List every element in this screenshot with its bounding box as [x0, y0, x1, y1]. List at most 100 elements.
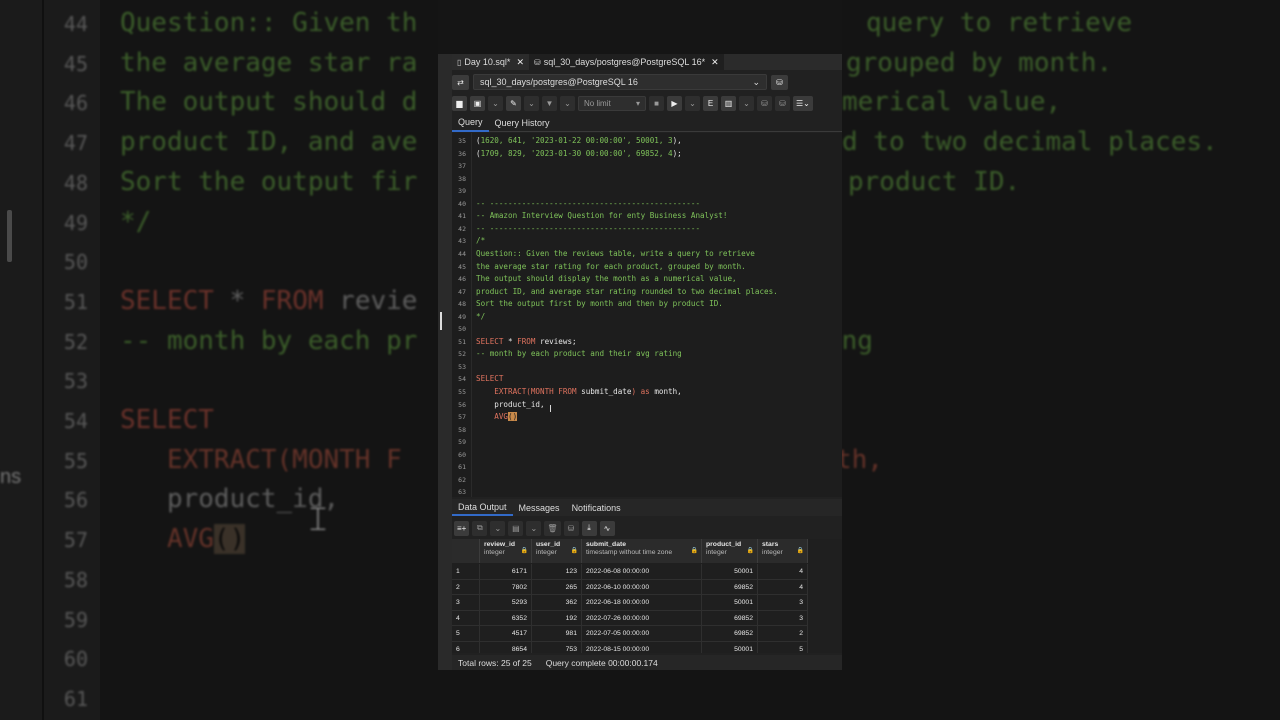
column-header[interactable]: user_id integer 🔒 [532, 539, 582, 563]
table-cell[interactable]: 5 [758, 642, 808, 653]
table-cell[interactable]: 4 [758, 579, 808, 596]
save-icon[interactable]: ▣ [470, 95, 485, 111]
copy-menu-chevron-icon[interactable]: ⌄ [490, 520, 506, 536]
download-icon[interactable]: ⤓ [581, 520, 597, 536]
commit-icon[interactable]: ⛁ [757, 95, 772, 111]
table-cell[interactable]: 69852 [702, 626, 758, 642]
code-token: -- Amazon Interview Question for enty Bu… [476, 211, 728, 221]
save-data-icon[interactable]: ⛁ [563, 520, 579, 536]
copy-icon[interactable]: ⧉ [472, 520, 488, 536]
background-line-text: -- month by each pr [120, 326, 417, 356]
code-line: 60 [452, 449, 842, 462]
code-token: Sort the output first by month and then … [476, 299, 723, 309]
table-cell[interactable]: 50001 [702, 564, 758, 580]
query-tab[interactable]: ▯ Day 10.sql* ✕ [452, 54, 529, 70]
sql-editor[interactable]: 35 (1620, 641, '2023-01-22 00:00:00', 500… [452, 133, 842, 497]
connection-status-icon[interactable]: ⇄ [452, 74, 469, 90]
execute-menu-chevron-icon[interactable]: ⌄ [685, 95, 700, 111]
execute-icon[interactable]: ▶ [667, 95, 682, 111]
table-cell[interactable]: 265 [532, 579, 582, 596]
save-menu-chevron-icon[interactable]: ⌄ [488, 95, 503, 111]
close-icon[interactable]: ✕ [516, 57, 524, 68]
table-row[interactable]: 6 8654 753 2022-08-15 00:00:00 50001 5 [452, 642, 808, 653]
table-cell[interactable]: 6352 [480, 610, 532, 627]
table-cell[interactable]: 50001 [702, 642, 758, 653]
connection-select[interactable]: sql_30_days/postgres@PostgreSQL 16 ⌄ [473, 74, 767, 90]
line-number: 45 [458, 262, 466, 271]
tab-notifications[interactable]: Notifications [566, 499, 627, 516]
table-cell[interactable]: 3 [758, 610, 808, 627]
edit-icon[interactable]: ✎ [506, 95, 521, 111]
column-header[interactable]: product_id integer 🔒 [702, 539, 758, 563]
background-line-text: the average star ra [120, 48, 417, 78]
filter-menu-chevron-icon[interactable]: ⌄ [560, 95, 575, 111]
tab-query-history[interactable]: Query History [489, 114, 556, 132]
table-row[interactable]: 3 5293 362 2022-06-18 00:00:00 50001 3 [452, 595, 808, 611]
explain-icon[interactable]: E [703, 95, 718, 111]
tab-messages[interactable]: Messages [513, 499, 566, 516]
line-number: 52 [458, 350, 466, 359]
table-cell[interactable]: 192 [532, 610, 582, 627]
table-cell[interactable]: 50001 [702, 595, 758, 611]
table-cell[interactable]: 2022-07-26 00:00:00 [582, 610, 702, 627]
table-row[interactable]: 5 4517 981 2022-07-05 00:00:00 69852 2 [452, 626, 808, 642]
table-cell[interactable]: 981 [532, 626, 582, 642]
table-row[interactable]: 1 6171 123 2022-06-08 00:00:00 50001 4 [452, 564, 808, 580]
status-bar: Total rows: 25 of 25 Query complete 00:0… [452, 655, 842, 670]
row-number: 2 [452, 579, 480, 596]
table-cell[interactable]: 2022-08-15 00:00:00 [582, 642, 702, 653]
tab-data-output[interactable]: Data Output [452, 499, 513, 516]
explain-analyze-icon[interactable]: ▥ [721, 95, 736, 111]
code-line: 51 SELECT * FROM reviews; [452, 336, 842, 349]
edit-menu-chevron-icon[interactable]: ⌄ [524, 95, 539, 111]
table-cell[interactable]: 7802 [480, 579, 532, 596]
line-number: 36 [458, 149, 466, 158]
table-cell[interactable]: 6171 [480, 564, 532, 580]
table-cell[interactable]: 2022-06-18 00:00:00 [582, 595, 702, 611]
column-header[interactable]: submit_date timestamp without time zone 🔒 [582, 539, 702, 563]
table-cell[interactable]: 5293 [480, 595, 532, 611]
new-connection-icon[interactable]: ⛁ [771, 74, 788, 90]
explain-menu-chevron-icon[interactable]: ⌄ [739, 95, 754, 111]
row-number: 6 [452, 642, 480, 653]
add-row-icon[interactable]: ≡+ [454, 520, 470, 536]
paste-icon[interactable]: ▤ [508, 520, 524, 536]
macros-icon[interactable]: ☰⌄ [793, 95, 813, 111]
paste-menu-chevron-icon[interactable]: ⌄ [526, 520, 542, 536]
table-cell[interactable]: 69852 [702, 579, 758, 596]
table-cell[interactable]: 2022-06-08 00:00:00 [582, 564, 702, 580]
table-cell[interactable]: 8654 [480, 642, 532, 653]
column-header[interactable]: review_id integer 🔒 [480, 539, 532, 563]
table-cell[interactable]: 123 [532, 564, 582, 580]
open-file-icon[interactable]: ▆ [452, 95, 467, 111]
rollback-icon[interactable]: ⛁ [775, 95, 790, 111]
delete-icon[interactable]: 🗑 [544, 520, 561, 536]
data-output-grid[interactable]: review_id integer 🔒 user_id integer 🔒 submit_d… [452, 539, 842, 653]
background-code-token: Question:: Given th [120, 8, 418, 38]
table-cell[interactable]: 2022-06-10 00:00:00 [582, 579, 702, 596]
stop-icon[interactable]: ■ [649, 95, 664, 111]
table-cell[interactable]: 4 [758, 564, 808, 580]
table-cell[interactable]: 4517 [480, 626, 532, 642]
code-token: ), [672, 136, 682, 145]
tab-query[interactable]: Query [452, 114, 489, 132]
close-icon[interactable]: ✕ [711, 57, 719, 68]
background-code-token: SELECT [120, 285, 214, 316]
background-line-number: 49 [63, 210, 88, 235]
table-cell[interactable]: 2022-07-05 00:00:00 [582, 626, 702, 642]
background-code-token: The output should d [120, 87, 418, 118]
row-limit-select[interactable]: No limit ▾ [578, 95, 646, 111]
table-row[interactable]: 2 7802 265 2022-06-10 00:00:00 69852 4 [452, 579, 808, 596]
graph-icon[interactable]: ∿ [599, 520, 615, 536]
query-tab[interactable]: ⛁ sql_30_days/postgres@PostgreSQL 16* ✕ [528, 54, 724, 70]
table-cell[interactable]: 3 [758, 595, 808, 611]
table-cell[interactable]: 753 [532, 642, 582, 653]
code-text: product_id, [476, 399, 544, 412]
table-cell[interactable]: 69852 [702, 610, 758, 627]
column-header[interactable]: stars integer 🔒 [758, 539, 808, 563]
table-cell[interactable]: 362 [532, 595, 582, 611]
code-line: 47 product ID, and average star rating ro… [452, 286, 842, 299]
filter-icon[interactable]: ▼ [542, 95, 557, 111]
table-row[interactable]: 4 6352 192 2022-07-26 00:00:00 69852 3 [452, 610, 808, 627]
table-cell[interactable]: 2 [758, 626, 808, 642]
